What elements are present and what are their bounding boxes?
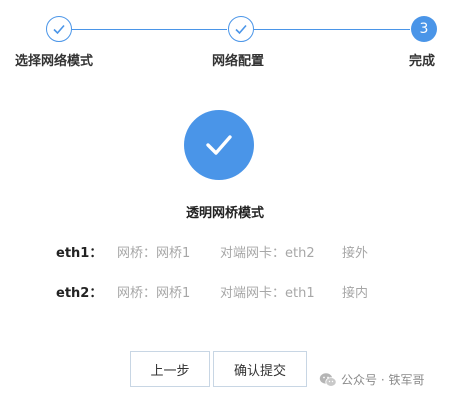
success-check-icon <box>184 110 254 180</box>
interface-bridge: 网桥：网桥1 <box>117 246 191 261</box>
step-2-complete-icon <box>228 16 254 42</box>
prev-step-button[interactable]: 上一步 <box>130 351 210 387</box>
step-3-number: 3 <box>419 21 429 37</box>
watermark-text: 公众号 · 铁军哥 <box>341 373 425 387</box>
step-1-label: 选择网络模式 <box>15 54 94 69</box>
watermark: 公众号 · 铁军哥 <box>319 371 424 388</box>
step-3-current: 3 <box>411 16 437 42</box>
step-connector <box>254 29 410 30</box>
submit-button[interactable]: 确认提交 <box>213 351 307 387</box>
interface-direction: 接外 <box>342 246 369 261</box>
interface-peer: 对端网卡：eth1 <box>220 286 315 301</box>
interface-name: eth2： <box>56 286 103 301</box>
step-connector <box>72 29 227 30</box>
mode-title: 透明网桥模式 <box>185 206 264 221</box>
interface-bridge: 网桥：网桥1 <box>117 286 191 301</box>
stepper: 3 选择网络模式 网络配置 完成 <box>0 0 450 80</box>
interface-name: eth1： <box>56 246 103 261</box>
interface-peer: 对端网卡：eth2 <box>220 246 315 261</box>
step-3-label: 完成 <box>409 54 436 69</box>
wechat-icon <box>319 372 337 387</box>
interface-direction: 接内 <box>342 286 369 301</box>
step-2-label: 网络配置 <box>212 54 265 69</box>
step-1-complete-icon <box>46 16 72 42</box>
